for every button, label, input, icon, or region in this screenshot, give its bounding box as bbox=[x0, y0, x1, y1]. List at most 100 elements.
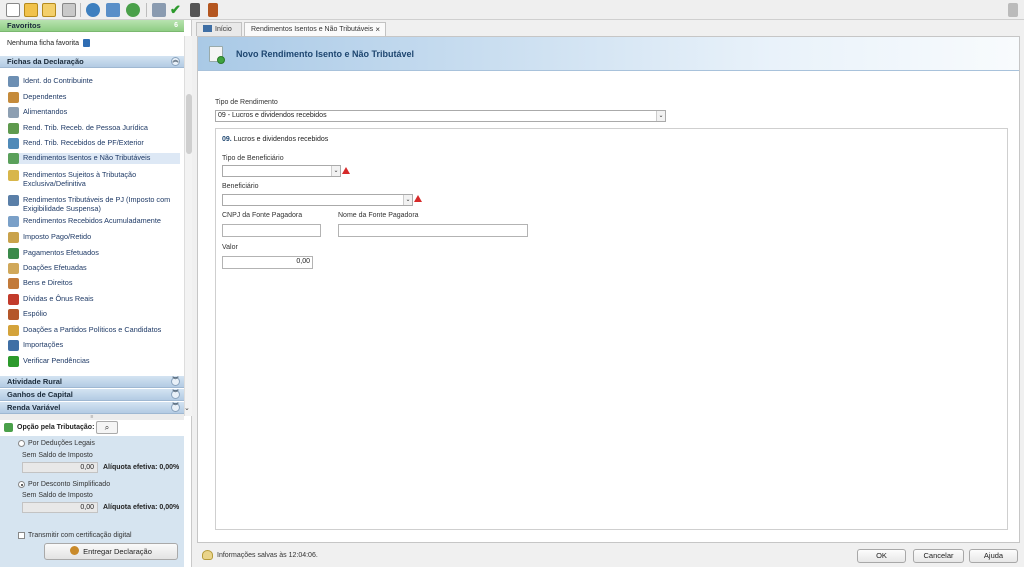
exit-icon[interactable] bbox=[1008, 3, 1018, 17]
beneficiario-select[interactable]: ⌄ bbox=[222, 194, 413, 206]
sidebar-item-label: Dependentes bbox=[23, 92, 67, 101]
sidebar-item[interactable]: Rend. Trib. Recebidos de PF/Exterior bbox=[8, 138, 180, 149]
scrollbar-thumb[interactable] bbox=[186, 94, 192, 154]
cnpj-input[interactable] bbox=[222, 224, 321, 237]
entregar-declaracao-button[interactable]: Entregar Declaração bbox=[44, 543, 178, 560]
ficha-icon bbox=[8, 263, 19, 274]
renda-variavel-header[interactable]: Renda Variável ︾ bbox=[0, 402, 184, 414]
transmitir-label: Transmitir com certificação digital bbox=[28, 532, 132, 539]
transmit-icon[interactable] bbox=[106, 3, 120, 17]
sidebar-item[interactable]: Dívidas e Ônus Reais bbox=[8, 294, 180, 305]
tipo-rendimento-select[interactable]: 09 - Lucros e dividendos recebidos ⌄ bbox=[215, 110, 666, 122]
fichas-title: Fichas da Declaração bbox=[7, 57, 84, 66]
ficha-icon bbox=[8, 170, 19, 181]
ok-button[interactable]: OK bbox=[857, 549, 906, 563]
chevron-down-icon[interactable]: ⌄ bbox=[331, 166, 340, 176]
print-icon[interactable] bbox=[152, 3, 166, 17]
ganhos-capital-header[interactable]: Ganhos de Capital ︾ bbox=[0, 389, 184, 401]
ficha-icon bbox=[8, 309, 19, 320]
sidebar-item[interactable]: Doações Efetuadas bbox=[8, 263, 180, 274]
chevron-down-icon[interactable]: ⌄ bbox=[656, 111, 665, 121]
tab-rendimentos-isentos[interactable]: Rendimentos Isentos e Não Tributáveis × bbox=[244, 22, 386, 36]
collapse-icon[interactable]: ︽ bbox=[171, 57, 180, 66]
sidebar-item[interactable]: Rendimentos Recebidos Acumuladamente bbox=[8, 216, 180, 227]
chevron-down-icon[interactable]: ⌄ bbox=[403, 195, 412, 205]
valor-input[interactable]: 0,00 bbox=[222, 256, 313, 269]
sidebar-item-label: Alimentandos bbox=[23, 107, 68, 116]
tax-option-title: Opção pela Tributação: bbox=[17, 424, 95, 431]
sidebar-item[interactable]: Pagamentos Efetuados bbox=[8, 248, 180, 259]
search-button[interactable]: ⌕ bbox=[96, 421, 118, 434]
nome-fonte-input[interactable] bbox=[338, 224, 528, 237]
ficha-icon bbox=[8, 356, 19, 367]
book-icon[interactable] bbox=[208, 3, 218, 17]
sidebar-scrollbar[interactable] bbox=[184, 36, 192, 416]
calculator-icon[interactable] bbox=[190, 3, 200, 17]
sidebar-item[interactable]: Ident. do Contribuinte bbox=[8, 76, 180, 87]
sidebar-item[interactable]: Alimentandos bbox=[8, 107, 180, 118]
beneficiario-label: Beneficiário bbox=[222, 183, 259, 190]
cancel-button[interactable]: Cancelar bbox=[913, 549, 964, 563]
cnpj-label: CNPJ da Fonte Pagadora bbox=[222, 212, 303, 219]
ficha-icon bbox=[8, 340, 19, 351]
close-icon[interactable]: × bbox=[375, 23, 380, 36]
page-title: Novo Rendimento Isento e Não Tributável bbox=[236, 49, 415, 59]
deliver-icon bbox=[70, 546, 80, 555]
sidebar-item[interactable]: Rendimentos Isentos e Não Tributáveis bbox=[8, 153, 180, 164]
tax-option-icon bbox=[4, 423, 13, 432]
lucros-section bbox=[215, 128, 1008, 530]
status-text: Informações salvas às 12:04:06. bbox=[217, 552, 318, 559]
ficha-icon bbox=[8, 195, 19, 206]
tipo-rendimento-label: Tipo de Rendimento bbox=[215, 99, 278, 106]
expand-icon[interactable]: ︾ bbox=[171, 377, 180, 386]
transmitir-checkbox[interactable] bbox=[18, 532, 25, 539]
sidebar-item[interactable]: Verificar Pendências bbox=[8, 356, 180, 367]
sidebar-item[interactable]: Doações a Partidos Políticos e Candidato… bbox=[8, 325, 180, 336]
sidebar-item-label: Ident. do Contribuinte bbox=[23, 76, 93, 85]
atividade-rural-header[interactable]: Atividade Rural ︾ bbox=[0, 376, 184, 388]
globe-icon[interactable] bbox=[126, 3, 140, 17]
sidebar-item[interactable]: Rendimentos Tributáveis de PJ (Imposto c… bbox=[8, 195, 180, 213]
open-folder-icon[interactable] bbox=[24, 3, 38, 17]
chevron-down-icon[interactable]: ⌄ bbox=[184, 404, 190, 412]
sidebar-item-label: Rendimentos Tributáveis de PJ (Imposto c… bbox=[23, 195, 171, 213]
sidebar-item-label: Rend. Trib. Recebidos de PF/Exterior bbox=[23, 138, 144, 147]
expand-icon[interactable]: ︾ bbox=[171, 390, 180, 399]
simplificado-label: Por Desconto Simplificado bbox=[28, 481, 111, 488]
new-file-icon[interactable] bbox=[6, 3, 20, 17]
trash-icon[interactable] bbox=[62, 3, 76, 17]
check-icon[interactable]: ✔ bbox=[170, 3, 184, 17]
sidebar-item-label: Rendimentos Recebidos Acumuladamente bbox=[23, 216, 161, 225]
sidebar-item-label: Imposto Pago/Retido bbox=[23, 232, 92, 241]
favorites-count: 6 bbox=[174, 22, 178, 29]
save-status-icon bbox=[202, 550, 213, 560]
sidebar-item-label: Rend. Trib. Receb. de Pessoa Jurídica bbox=[23, 123, 148, 132]
fichas-header[interactable]: Fichas da Declaração ︽ bbox=[0, 56, 184, 68]
expand-icon[interactable]: ︾ bbox=[171, 403, 180, 412]
tab-inicio[interactable]: Início bbox=[196, 22, 242, 36]
sidebar-item[interactable]: Rendimentos Sujeitos à Tributação Exclus… bbox=[8, 170, 180, 188]
deducoes-radio[interactable] bbox=[18, 440, 25, 447]
sidebar-item[interactable]: Espólio bbox=[8, 309, 180, 320]
favorites-header[interactable]: Favoritos 6 bbox=[0, 20, 184, 32]
tipo-beneficiario-select[interactable]: ⌄ bbox=[222, 165, 341, 177]
sidebar-item-label: Doações Efetuadas bbox=[23, 263, 87, 272]
aliquota-1: Alíquota efetiva: 0,00% bbox=[103, 464, 180, 471]
ficha-icon bbox=[8, 107, 19, 118]
help-button[interactable]: Ajuda bbox=[969, 549, 1018, 563]
sidebar-item[interactable]: Bens e Direitos bbox=[8, 278, 180, 289]
import-icon[interactable] bbox=[86, 3, 100, 17]
sidebar-item[interactable]: Dependentes bbox=[8, 92, 180, 103]
ficha-icon bbox=[8, 92, 19, 103]
main-toolbar: ✔ bbox=[0, 0, 1024, 20]
deducoes-label: Por Deduções Legais bbox=[28, 440, 95, 447]
nome-fonte-label: Nome da Fonte Pagadora bbox=[338, 212, 419, 219]
simplificado-radio[interactable] bbox=[18, 481, 25, 488]
sidebar-item[interactable]: Imposto Pago/Retido bbox=[8, 232, 180, 243]
sidebar-item[interactable]: Importações bbox=[8, 340, 180, 351]
saldo-value-2: 0,00 bbox=[22, 502, 98, 513]
sidebar-item-label: Rendimentos Isentos e Não Tributáveis bbox=[23, 153, 151, 162]
sidebar-item[interactable]: Rend. Trib. Receb. de Pessoa Jurídica bbox=[8, 123, 180, 134]
saldo-label-1: Sem Saldo de Imposto bbox=[22, 452, 93, 459]
folder-icon[interactable] bbox=[42, 3, 56, 17]
